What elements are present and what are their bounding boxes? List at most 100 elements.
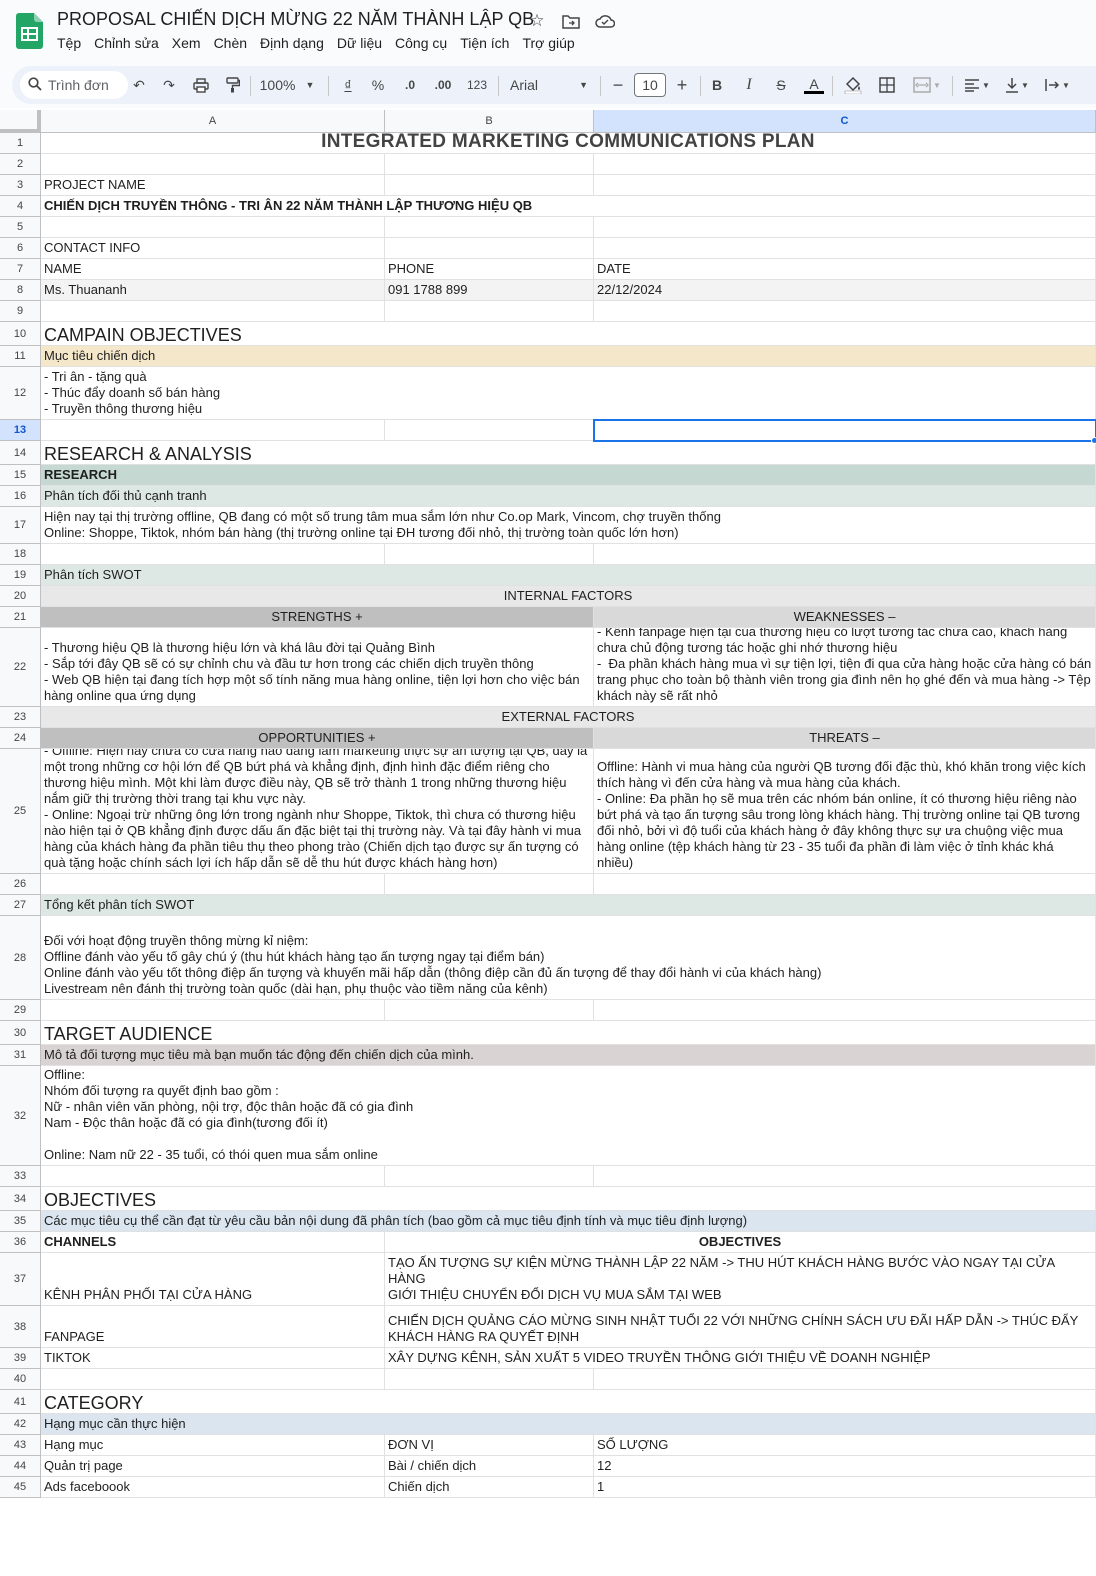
horizontal-align-icon[interactable]: ▼ (960, 74, 994, 96)
font-family-select[interactable]: Arial ▼ (506, 74, 592, 96)
swot-summary-text[interactable]: Đối với hoạt động truyền thông mừng kỉ n… (41, 916, 1096, 1000)
row-header-43[interactable]: 43 (0, 1435, 41, 1456)
increase-decimal-button[interactable]: .00 (430, 74, 456, 96)
r6-b[interactable] (385, 238, 594, 259)
section-category[interactable]: CATEGORY (41, 1390, 1096, 1414)
sheets-logo-icon[interactable] (16, 13, 43, 49)
empty-cell-r40-a[interactable] (41, 1369, 385, 1390)
section-campaign-objectives[interactable]: CAMPAIN OBJECTIVES (41, 322, 1096, 346)
swot-label[interactable]: Phân tích SWOT (41, 565, 1096, 586)
undo-icon[interactable]: ↶ (128, 74, 150, 96)
category-row-2-a[interactable]: Ads faceboook (41, 1477, 385, 1498)
column-header-a[interactable]: A (41, 110, 385, 133)
opportunities-header[interactable]: OPPORTUNITIES + (41, 728, 594, 749)
section-target-audience[interactable]: TARGET AUDIENCE (41, 1021, 1096, 1045)
number-format-button[interactable]: 123 (464, 74, 490, 96)
objective-r37[interactable]: TẠO ẤN TƯỢNG SỰ KIỆN MỪNG THÀNH LẬP 22 N… (385, 1253, 1096, 1306)
row-header-23[interactable]: 23 (0, 707, 41, 728)
decrease-font-size-button[interactable]: − (608, 74, 628, 96)
category-row-2-b[interactable]: Chiến dịch (385, 1477, 594, 1498)
row-header-34[interactable]: 34 (0, 1187, 41, 1211)
menu-view[interactable]: Xem (172, 35, 201, 51)
empty-cell-r29-c[interactable] (594, 1000, 1096, 1021)
objective-r39[interactable]: XÂY DỰNG KÊNH, SẢN XUẤT 5 VIDEO TRUYỀN T… (385, 1348, 1096, 1369)
contact-value-a[interactable]: Ms. Thuananh (41, 280, 385, 301)
redo-icon[interactable]: ↷ (158, 74, 180, 96)
strikethrough-button[interactable]: S (770, 74, 792, 96)
vertical-align-icon[interactable]: ▼ (1000, 74, 1034, 96)
row-header-27[interactable]: 27 (0, 895, 41, 916)
empty-cell-r29-b[interactable] (385, 1000, 594, 1021)
section-research-analysis[interactable]: RESEARCH & ANALYSIS (41, 441, 1096, 465)
row-header-12[interactable]: 12 (0, 367, 41, 420)
channels-header[interactable]: CHANNELS (41, 1232, 385, 1253)
row-header-37[interactable]: 37 (0, 1253, 41, 1306)
contact-header-a[interactable]: NAME (41, 259, 385, 280)
r3-c[interactable] (594, 175, 1096, 196)
empty-cell-r18-a[interactable] (41, 544, 385, 565)
font-size-input[interactable]: 10 (634, 73, 666, 97)
empty-cell-r26-c[interactable] (594, 874, 1096, 895)
row-header-42[interactable]: 42 (0, 1414, 41, 1435)
row-header-33[interactable]: 33 (0, 1166, 41, 1187)
competitor-analysis-label[interactable]: Phân tích đối thủ cạnh tranh (41, 486, 1096, 507)
empty-cell-r33-b[interactable] (385, 1166, 594, 1187)
row-header-39[interactable]: 39 (0, 1348, 41, 1369)
menu-format[interactable]: Định dạng (260, 35, 324, 51)
empty-cell-r33-c[interactable] (594, 1166, 1096, 1187)
threats-header[interactable]: THREATS – (594, 728, 1096, 749)
row-header-18[interactable]: 18 (0, 544, 41, 565)
weaknesses-header[interactable]: WEAKNESSES – (594, 607, 1096, 628)
row-header-22[interactable]: 22 (0, 628, 41, 707)
row-header-25[interactable]: 25 (0, 749, 41, 874)
row-header-45[interactable]: 45 (0, 1477, 41, 1498)
menu-search-input[interactable]: Trình đơn (20, 71, 128, 99)
channel-r37[interactable]: KÊNH PHÂN PHỐI TẠI CỬA HÀNG (41, 1253, 385, 1306)
r6-c[interactable] (594, 238, 1096, 259)
row-header-2[interactable]: 2 (0, 154, 41, 175)
objective-r38[interactable]: CHIẾN DỊCH QUẢNG CÁO MỪNG SINH NHẬT TUỔI… (385, 1306, 1096, 1348)
print-icon[interactable] (190, 74, 212, 96)
star-icon[interactable]: ☆ (526, 10, 548, 32)
opportunities-text[interactable]: - Offline: Hiện nay chưa có cửa hàng nào… (41, 749, 594, 874)
contact-header-c[interactable]: DATE (594, 259, 1096, 280)
category-row-1-b[interactable]: Bài / chiến dịch (385, 1456, 594, 1477)
row-header-8[interactable]: 8 (0, 280, 41, 301)
document-title[interactable]: PROPOSAL CHIẾN DỊCH MỪNG 22 NĂM THÀNH LẬ… (57, 9, 534, 30)
row-header-14[interactable]: 14 (0, 441, 41, 465)
row-header-20[interactable]: 20 (0, 586, 41, 607)
empty-cell-r40-b[interactable] (385, 1369, 594, 1390)
campaign-objectives-subtitle[interactable]: Mục tiêu chiến dịch (41, 346, 1096, 367)
category-row-1-a[interactable]: Quản trị page (41, 1456, 385, 1477)
empty-cell-r13-a[interactable] (41, 420, 385, 441)
contact-info-label[interactable]: CONTACT INFO (41, 238, 385, 259)
category-subtitle[interactable]: Hạng mục cần thực hiện (41, 1414, 1096, 1435)
row-header-5[interactable]: 5 (0, 217, 41, 238)
row-header-19[interactable]: 19 (0, 565, 41, 586)
empty-cell-r26-b[interactable] (385, 874, 594, 895)
target-audience-subtitle[interactable]: Mô tả đối tượng mục tiêu mà bạn muốn tác… (41, 1045, 1096, 1066)
borders-icon[interactable] (876, 74, 898, 96)
row-header-13[interactable]: 13 (0, 420, 41, 441)
category-row-2-c[interactable]: 1 (594, 1477, 1096, 1498)
currency-format-button[interactable]: ₫ (338, 74, 358, 96)
target-audience-text[interactable]: Offline: Nhóm đối tượng ra quyết định ba… (41, 1066, 1096, 1166)
menu-edit[interactable]: Chỉnh sửa (94, 35, 159, 51)
threats-text[interactable]: Offline: Hành vi mua hàng của người QB t… (594, 749, 1096, 874)
empty-cell-r2-c[interactable] (594, 154, 1096, 175)
row-header-24[interactable]: 24 (0, 728, 41, 749)
row-header-6[interactable]: 6 (0, 238, 41, 259)
menu-insert[interactable]: Chèn (214, 35, 247, 51)
row-header-1[interactable]: 1 (0, 133, 41, 154)
merge-cells-icon[interactable]: ▼ (910, 74, 944, 96)
row-header-26[interactable]: 26 (0, 874, 41, 895)
row-header-35[interactable]: 35 (0, 1211, 41, 1232)
channel-r38[interactable]: FANPAGE (41, 1306, 385, 1348)
menu-file[interactable]: Tệp (57, 35, 81, 51)
text-color-button[interactable]: A (802, 74, 826, 96)
r3-b[interactable] (385, 175, 594, 196)
row-header-40[interactable]: 40 (0, 1369, 41, 1390)
empty-cell-r9-b[interactable] (385, 301, 594, 322)
row-header-11[interactable]: 11 (0, 346, 41, 367)
fill-color-icon[interactable] (842, 74, 864, 96)
